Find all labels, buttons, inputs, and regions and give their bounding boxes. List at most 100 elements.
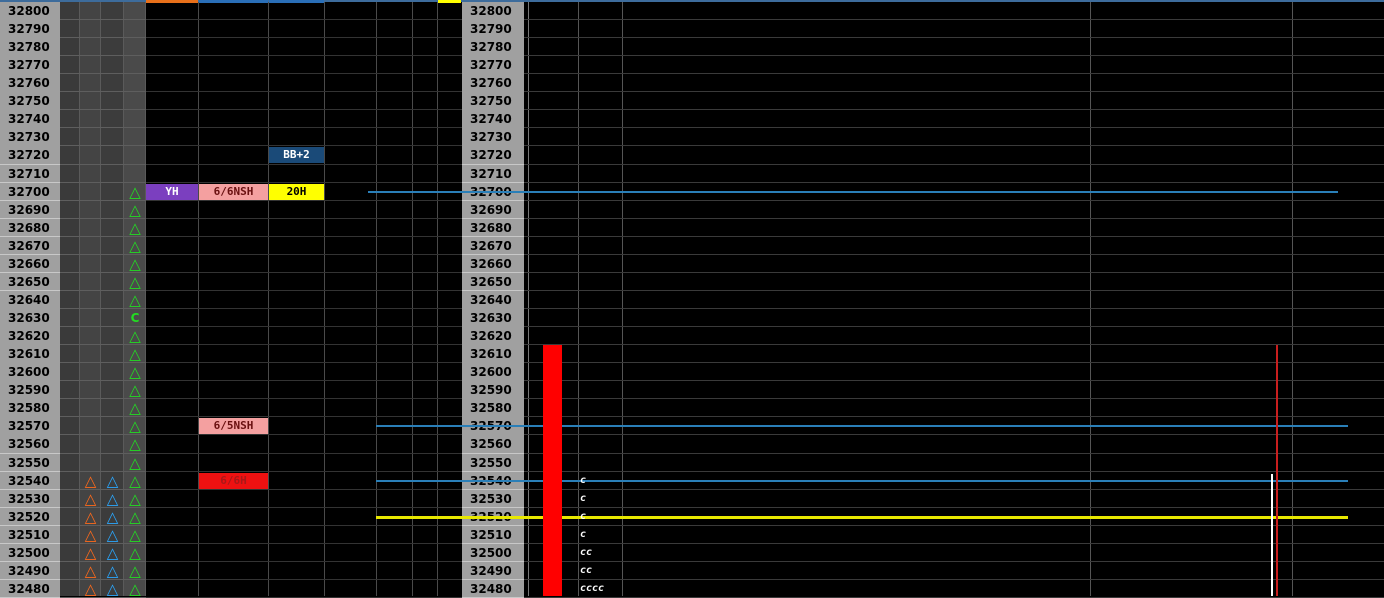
grid-row-line [146, 163, 462, 165]
price-cell[interactable]: 32690 [0, 200, 60, 220]
price-cell[interactable]: 32720 [0, 146, 60, 166]
price-cell[interactable]: 32610 [462, 345, 524, 364]
grid-row-line [146, 253, 462, 255]
price-cell[interactable]: 32650 [0, 272, 60, 292]
price-cell[interactable]: 32480 [0, 579, 60, 598]
grid-row-line [146, 289, 462, 291]
price-cell[interactable]: 32790 [0, 20, 60, 39]
chart-grid-row [524, 308, 1384, 310]
chart-grid-row [524, 37, 1384, 39]
price-cell[interactable]: 32790 [462, 20, 524, 39]
price-cell[interactable]: 32800 [0, 2, 60, 21]
grid-row-line [146, 73, 462, 75]
price-cell[interactable]: 32740 [462, 110, 524, 129]
price-cell[interactable]: 32640 [0, 290, 60, 310]
price-cell[interactable]: 32780 [462, 38, 524, 57]
chart-grid-row [524, 199, 1384, 201]
triangle-marker-icon: △ [129, 200, 141, 219]
price-cell[interactable]: 32510 [0, 525, 60, 545]
price-cell[interactable]: 32780 [0, 38, 60, 57]
price-cell[interactable]: 32710 [462, 164, 524, 184]
price-cell[interactable]: 32490 [462, 561, 524, 581]
triangle-marker-icon: △ [129, 345, 141, 364]
level-label-tag: 6/6H [199, 472, 268, 489]
grid-row-line [146, 37, 462, 39]
price-cell[interactable]: 32660 [0, 254, 60, 274]
price-cell[interactable]: 32680 [462, 218, 524, 238]
price-cell[interactable]: 32750 [0, 92, 60, 111]
price-cell[interactable]: 32620 [462, 327, 524, 346]
price-cell[interactable]: 32770 [0, 56, 60, 75]
price-cell[interactable]: 32550 [462, 453, 524, 473]
price-cell[interactable]: 32500 [0, 543, 60, 563]
grid-row-line [146, 181, 462, 183]
price-cell[interactable]: 32580 [462, 399, 524, 418]
chart-grid-row [524, 235, 1384, 237]
price-cell[interactable]: 32770 [462, 56, 524, 75]
price-cell[interactable]: 32530 [0, 489, 60, 509]
grid-row-line [146, 362, 462, 364]
triangle-marker-icon: △ [129, 272, 141, 291]
price-ladder-window: 32800 32790 32780 32770 32760 32750 32740 32730… [0, 0, 1384, 598]
chart-grid-row [524, 542, 1384, 544]
price-cell[interactable]: 32700 [0, 182, 60, 202]
tpo-letters: cc [580, 564, 593, 576]
price-cell[interactable]: 32510 [462, 525, 524, 545]
triangle-marker-icon: △ [129, 417, 141, 436]
price-cell[interactable]: 32540 [0, 471, 60, 491]
price-cell[interactable]: 32670 [0, 236, 60, 256]
price-cell[interactable]: 32560 [462, 435, 524, 454]
price-cell[interactable]: 32500 [462, 543, 524, 563]
triangle-marker-icon: △ [84, 489, 97, 508]
price-cell[interactable]: 32750 [462, 92, 524, 111]
price-cell[interactable]: 32740 [0, 110, 60, 129]
price-cell[interactable]: 32480 [462, 579, 524, 598]
grid-row-line [60, 109, 146, 111]
price-cell[interactable]: 32590 [0, 381, 60, 400]
chart-grid-row [524, 55, 1384, 57]
grid-row-line [146, 398, 462, 400]
price-cell[interactable]: 32490 [0, 561, 60, 581]
triangle-marker-icon: △ [106, 507, 119, 526]
price-cell[interactable]: 32800 [462, 2, 524, 21]
price-cell[interactable]: 32610 [0, 345, 60, 364]
price-cell[interactable]: 32680 [0, 218, 60, 238]
price-cell[interactable]: 32530 [462, 489, 524, 509]
price-cell[interactable]: 32630 [462, 309, 524, 328]
level-label-tag: BB+2 [269, 147, 324, 164]
chart-grid-row [524, 524, 1384, 526]
grid-row-line [60, 145, 146, 147]
grid-row-line [146, 55, 462, 57]
price-cell[interactable]: 32520 [0, 507, 60, 527]
price-cell[interactable]: 32600 [0, 363, 60, 382]
header-accent [146, 0, 198, 3]
price-cell[interactable]: 32760 [462, 74, 524, 93]
level-label-tag: 20H [269, 183, 324, 200]
triangle-marker-icon: △ [129, 236, 141, 255]
triangle-marker-icon: △ [106, 561, 119, 580]
chart-grid-row [524, 578, 1384, 580]
price-cell[interactable]: 32760 [0, 74, 60, 93]
price-cell[interactable]: 32620 [0, 327, 60, 346]
chart-grid-row [524, 380, 1384, 382]
triangle-marker-icon: △ [129, 327, 141, 346]
price-cell[interactable]: 32560 [0, 435, 60, 454]
price-cell[interactable]: 32690 [462, 200, 524, 220]
price-cell[interactable]: 32550 [0, 453, 60, 473]
grid-row-line [146, 91, 462, 93]
price-cell[interactable]: 32570 [0, 417, 60, 436]
price-cell[interactable]: 32640 [462, 290, 524, 310]
price-cell[interactable]: 32730 [0, 128, 60, 147]
grid-row-line [146, 380, 462, 382]
price-cell[interactable]: 32730 [462, 128, 524, 147]
price-cell[interactable]: 32650 [462, 272, 524, 292]
price-cell[interactable]: 32710 [0, 164, 60, 184]
price-cell[interactable]: 32580 [0, 399, 60, 418]
price-cell[interactable]: 32600 [462, 363, 524, 382]
price-cell[interactable]: 32720 [462, 146, 524, 166]
price-cell[interactable]: 32630 [0, 309, 60, 328]
price-cell[interactable]: 32590 [462, 381, 524, 400]
price-cell[interactable]: 32660 [462, 254, 524, 274]
price-cell[interactable]: 32670 [462, 236, 524, 256]
triangle-marker-icon: △ [129, 290, 141, 309]
